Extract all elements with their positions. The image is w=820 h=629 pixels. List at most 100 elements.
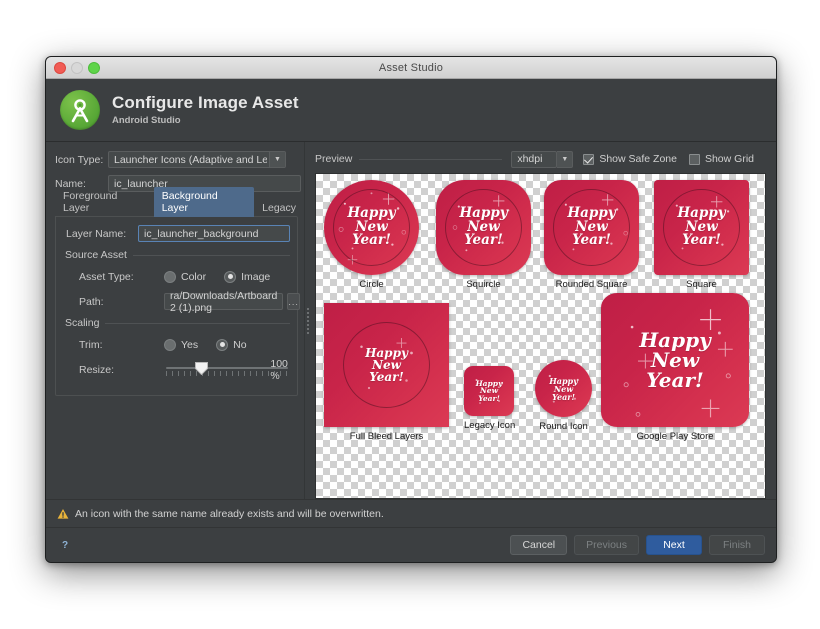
trim-no-radio[interactable]: No — [216, 338, 247, 351]
help-button[interactable]: ? — [57, 537, 73, 553]
slider-thumb[interactable] — [195, 361, 208, 375]
screenshot-root: Asset Studio Configure Image Asset Andro… — [0, 0, 820, 629]
layer-name-label: Layer Name: — [66, 227, 127, 240]
asset-type-row: Asset Type: Color Image — [63, 267, 290, 286]
slider-ticks — [166, 370, 288, 376]
resize-row: Resize: 100 % — [63, 357, 290, 382]
path-label: Path: — [79, 295, 104, 308]
zoom-button[interactable] — [88, 61, 100, 74]
icon-type-label: Icon Type: — [55, 153, 104, 166]
preview-item-circle[interactable]: Happy New Year! Circle — [324, 180, 419, 290]
icon-background — [601, 293, 749, 427]
icon-type-value: Launcher Icons (Adaptive and Legacy) — [114, 153, 267, 166]
source-asset-separator: Source Asset — [65, 249, 290, 261]
asset-type-color-radio[interactable]: Color — [164, 270, 207, 283]
preview-caption: Rounded Square — [555, 279, 628, 290]
resize-slider[interactable] — [166, 361, 288, 378]
path-input[interactable]: ra/Downloads/Artboard 2 (1).png — [164, 290, 284, 314]
page-subtitle: Android Studio — [112, 115, 181, 127]
next-button[interactable]: Next — [646, 535, 702, 555]
window-title: Asset Studio — [378, 61, 444, 74]
source-asset-label: Source Asset — [65, 249, 127, 261]
icon-preview: Happy New Year! — [544, 180, 639, 275]
trim-yes-label: Yes — [181, 338, 199, 351]
dialog-header: Configure Image Asset Android Studio — [46, 79, 776, 142]
icon-preview: Happy New Year! — [535, 360, 592, 417]
trim-yes-radio[interactable]: Yes — [164, 338, 199, 351]
show-safe-zone-label: Show Safe Zone — [599, 153, 677, 165]
cancel-button[interactable]: Cancel — [510, 535, 568, 555]
separator-line — [132, 254, 290, 256]
icon-preview: Happy New Year! — [436, 180, 531, 275]
browse-button[interactable]: ... — [287, 293, 300, 310]
preview-item-squircle[interactable]: Happy New Year! Squircle — [436, 180, 531, 290]
dialog-footer: ? Cancel Previous Next Finish — [46, 527, 776, 562]
safe-zone-overlay — [445, 189, 522, 266]
trim-row: Trim: Yes No — [63, 335, 290, 354]
background-layer-panel: Layer Name: ic_launcher_background Sourc… — [55, 216, 300, 396]
window-titlebar: Asset Studio — [46, 57, 776, 79]
preview-header: Preview xhdpi ▼ Show Safe Zone Show Grid — [315, 150, 766, 168]
warning-triangle-icon — [57, 508, 69, 520]
density-select[interactable]: xhdpi — [511, 150, 558, 168]
finish-button: Finish — [709, 535, 765, 555]
settings-panel: Icon Type: Launcher Icons (Adaptive and … — [46, 142, 304, 499]
preview-canvas[interactable]: Happy New Year! Circle Happy New Year! S… — [315, 173, 766, 499]
preview-item-full-bleed[interactable]: Happy New Year! Full Bleed Layers — [324, 303, 449, 442]
safe-zone-overlay — [343, 322, 430, 408]
radio-icon — [164, 338, 176, 351]
warning-bar: An icon with the same name already exist… — [46, 499, 776, 527]
window-controls — [54, 57, 100, 78]
icon-background — [464, 366, 514, 416]
checkbox-icon — [583, 153, 595, 165]
tab-foreground-layer[interactable]: Foreground Layer — [55, 187, 154, 217]
preview-label: Preview — [315, 153, 353, 165]
icon-preview: Happy New Year! — [464, 366, 514, 416]
layer-tabs: Foreground Layer Background Layer Legacy — [46, 187, 304, 217]
asset-type-label: Asset Type: — [79, 270, 134, 283]
asset-studio-window: Asset Studio Configure Image Asset Andro… — [45, 56, 777, 563]
asset-type-color-label: Color — [181, 270, 207, 283]
preview-caption: Square — [686, 279, 717, 290]
icon-preview: Happy New Year! — [324, 180, 419, 275]
resize-value: 100 % — [270, 357, 288, 382]
icon-preview: Happy New Year! — [654, 180, 749, 275]
tab-legacy[interactable]: Legacy — [254, 199, 304, 217]
preview-caption: Google Play Store — [636, 431, 714, 442]
warning-text: An icon with the same name already exist… — [75, 507, 384, 520]
slider-track — [166, 366, 288, 369]
preview-caption: Full Bleed Layers — [349, 431, 424, 442]
safe-zone-overlay — [333, 189, 410, 266]
safe-zone-overlay — [663, 189, 740, 266]
minimize-button[interactable] — [71, 61, 83, 74]
preview-item-legacy-icon[interactable]: Happy New Year! Legacy Icon — [464, 366, 515, 431]
preview-item-round-icon[interactable]: Happy New Year! Round Icon — [535, 360, 592, 432]
icon-preview: Happy New Year! — [324, 303, 449, 427]
trim-label: Trim: — [79, 338, 103, 351]
icon-type-row: Icon Type: Launcher Icons (Adaptive and … — [46, 150, 304, 169]
close-button[interactable] — [54, 61, 66, 74]
checkbox-icon — [688, 153, 700, 165]
safe-zone-overlay — [553, 189, 630, 266]
asset-type-image-radio[interactable]: Image — [224, 270, 270, 283]
layer-name-row: Layer Name: ic_launcher_background — [63, 224, 290, 243]
scaling-label: Scaling — [65, 317, 100, 329]
scaling-separator: Scaling — [65, 317, 290, 329]
chevron-down-icon[interactable]: ▼ — [557, 150, 574, 168]
layer-name-input[interactable]: ic_launcher_background — [138, 225, 290, 242]
show-grid-checkbox[interactable]: Show Grid — [688, 153, 754, 165]
chevron-down-icon: ▼ — [269, 152, 285, 167]
radio-icon — [224, 270, 237, 283]
preview-item-square[interactable]: Happy New Year! Square — [654, 180, 749, 290]
preview-item-rounded-square[interactable]: Happy New Year! Rounded Square — [544, 180, 639, 290]
path-row: Path: ra/Downloads/Artboard 2 (1).png ..… — [63, 290, 300, 314]
splitter-grip-icon — [306, 307, 309, 334]
icon-type-select[interactable]: Launcher Icons (Adaptive and Legacy) ▼ — [108, 151, 286, 168]
android-studio-logo-icon — [60, 90, 100, 130]
dialog-body: Icon Type: Launcher Icons (Adaptive and … — [46, 142, 776, 499]
preview-caption: Squircle — [466, 279, 501, 290]
show-safe-zone-checkbox[interactable]: Show Safe Zone — [583, 153, 677, 165]
icon-preview: Happy New Year! — [601, 293, 749, 427]
tab-background-layer[interactable]: Background Layer — [153, 187, 255, 217]
preview-item-google-play-store[interactable]: Happy New Year! Google Play Store — [601, 293, 749, 442]
